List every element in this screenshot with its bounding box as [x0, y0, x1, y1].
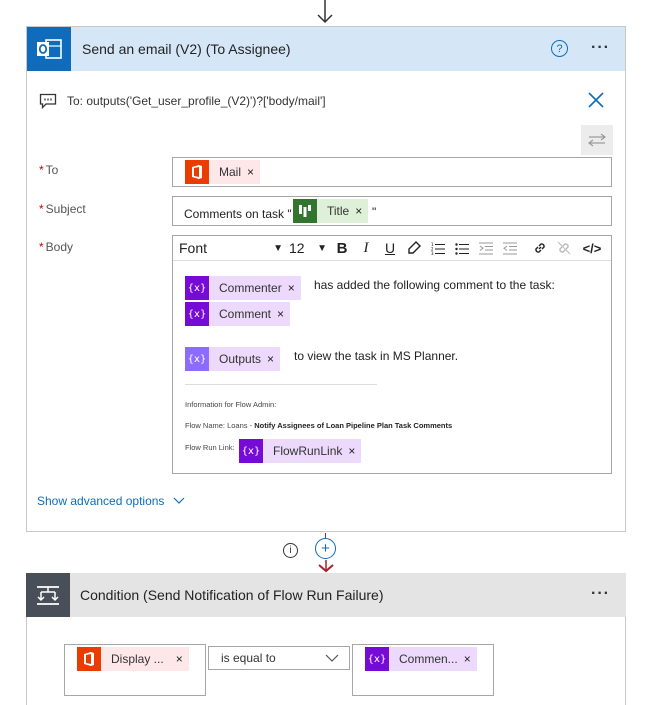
link-icon[interactable] — [529, 236, 551, 260]
font-size-select[interactable]: 12 ▼ — [289, 236, 327, 260]
variable-icon: {x} — [185, 276, 209, 300]
right-operand-field[interactable]: {x} Commen... × — [352, 644, 494, 696]
more-options-icon[interactable]: ··· — [591, 39, 610, 57]
card-title: Condition (Send Notification of Flow Run… — [80, 587, 384, 603]
body-line2-text: to view the task in MS Planner. — [294, 349, 459, 363]
bold-button[interactable]: B — [331, 236, 353, 260]
remove-token-icon[interactable]: × — [176, 652, 189, 666]
italic-button[interactable]: I — [355, 236, 377, 260]
subject-label: * Subject — [39, 202, 86, 216]
remove-token-icon[interactable]: × — [348, 444, 361, 458]
subject-prefix-text: Comments on task " — [184, 207, 292, 221]
help-icon[interactable]: ? — [551, 40, 568, 57]
condition-icon — [26, 573, 70, 617]
info-heading: Information for Flow Admin: — [185, 400, 277, 409]
left-operand-field[interactable]: Display ... × — [64, 644, 206, 696]
condition-card: Condition (Send Notification of Flow Run… — [26, 573, 626, 705]
remove-token-icon[interactable]: × — [267, 352, 280, 366]
show-advanced-options-link[interactable]: Show advanced options — [37, 494, 185, 508]
body-editor[interactable]: Font ▼ 12 ▼ B I U 123 </> {x} Commenter … — [172, 235, 612, 474]
numbered-list-icon[interactable]: 123 — [427, 236, 449, 260]
indent-icon[interactable] — [475, 236, 497, 260]
more-options-icon[interactable]: ··· — [591, 585, 610, 603]
office-icon — [185, 160, 209, 184]
display-token[interactable]: Display ... × — [77, 647, 189, 671]
bullet-list-icon[interactable] — [451, 236, 473, 260]
remove-token-icon[interactable]: × — [247, 165, 260, 179]
flowrunlink-token[interactable]: {x} FlowRunLink × — [239, 439, 362, 463]
card-title: Send an email (V2) (To Assignee) — [82, 41, 291, 57]
underline-button[interactable]: U — [379, 236, 401, 260]
remove-token-icon[interactable]: × — [464, 652, 477, 666]
comment-token[interactable]: {x} Comment × — [185, 302, 291, 326]
card-header[interactable]: Condition (Send Notification of Flow Run… — [26, 573, 626, 617]
subject-suffix-text: " — [372, 205, 377, 219]
office-icon — [77, 647, 101, 671]
remove-token-icon[interactable]: × — [355, 204, 368, 218]
code-view-button[interactable]: </> — [577, 236, 607, 260]
commenter-token[interactable]: {x} Commenter × — [185, 276, 301, 300]
planner-icon — [293, 199, 317, 223]
title-token[interactable]: Title × — [293, 199, 369, 223]
subject-field[interactable]: Comments on task " Title × " — [172, 196, 612, 226]
variable-icon: {x} — [365, 647, 389, 671]
flow-run-link-label: Flow Run Link: — [185, 443, 235, 452]
swap-mode-button[interactable] — [581, 125, 613, 155]
highlight-icon[interactable] — [403, 236, 425, 260]
close-icon[interactable] — [587, 91, 605, 112]
flow-arrow-top — [317, 0, 333, 24]
svg-text:3: 3 — [431, 251, 434, 255]
outdent-icon[interactable] — [499, 236, 521, 260]
insert-step-button[interactable]: + — [315, 538, 336, 559]
send-email-card: Send an email (V2) (To Assignee) ? ··· T… — [26, 26, 626, 532]
info-icon[interactable]: i — [283, 543, 298, 558]
editor-toolbar: Font ▼ 12 ▼ B I U 123 </> — [173, 236, 611, 261]
to-summary-text: To: outputs('Get_user_profile_(V2)')?['b… — [67, 94, 326, 108]
dropdown-arrow-icon: ▼ — [317, 242, 327, 254]
card-header[interactable]: Send an email (V2) (To Assignee) ? ··· — [27, 27, 625, 71]
body-line1-text: has added the following comment to the t… — [314, 278, 555, 292]
variable-icon: {x} — [185, 302, 209, 326]
expression-icon: {x} — [185, 347, 209, 371]
mail-token[interactable]: Mail × — [185, 160, 261, 184]
dropdown-arrow-icon: ▼ — [273, 242, 283, 254]
to-field[interactable]: Mail × — [172, 157, 612, 187]
operator-select[interactable]: is equal to — [208, 646, 350, 670]
unlink-icon[interactable] — [553, 236, 575, 260]
comment-token[interactable]: {x} Commen... × — [365, 647, 477, 671]
chevron-down-icon — [174, 497, 185, 504]
flow-name-line: Flow Name: Loans - Notify Assignees of L… — [185, 421, 453, 430]
outlook-icon — [27, 27, 71, 71]
remove-token-icon[interactable]: × — [277, 307, 290, 321]
comment-icon — [39, 93, 57, 112]
chevron-down-icon — [325, 654, 339, 662]
body-divider — [185, 384, 377, 385]
remove-token-icon[interactable]: × — [288, 281, 301, 295]
body-label: * Body — [39, 240, 74, 254]
flow-arrow-down-icon — [318, 560, 334, 573]
to-label: * To — [39, 163, 59, 177]
outputs-token[interactable]: {x} Outputs × — [185, 347, 281, 371]
variable-icon: {x} — [239, 439, 263, 463]
font-select[interactable]: Font ▼ — [179, 236, 283, 260]
